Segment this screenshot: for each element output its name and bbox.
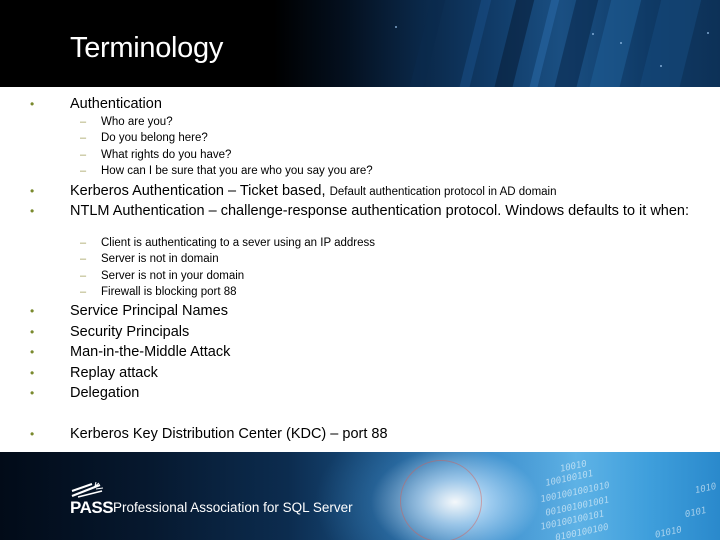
bullet-text-note: Default authentication protocol in AD do… — [329, 186, 557, 198]
slide-header: Terminology — [0, 0, 720, 87]
lens-flare-ring — [400, 460, 482, 540]
header-light-ray — [633, 0, 707, 87]
binary-decoration: 1010 — [694, 481, 718, 497]
dash-icon: – — [80, 286, 87, 298]
sub-item-text: Client is authenticating to a sever usin… — [101, 237, 376, 249]
bullet-icon: • — [30, 427, 35, 441]
header-star — [707, 32, 709, 34]
header-star — [592, 33, 594, 35]
bullet-text: Delegation — [70, 385, 140, 401]
binary-decoration: 0101 — [684, 505, 708, 521]
header-star — [660, 65, 662, 67]
bullet-text: Kerberos Key Distribution Center (KDC) –… — [70, 426, 388, 442]
bullet-text: NTLM Authentication – challenge-response… — [70, 203, 690, 219]
header-light-ray — [453, 0, 497, 87]
sub-item-text: Firewall is blocking port 88 — [101, 286, 237, 298]
bullet-icon: • — [30, 345, 35, 359]
dash-icon: – — [80, 116, 87, 128]
bullet-icon: • — [30, 366, 35, 380]
sub-item-text: How can I be sure that you are who you s… — [101, 165, 373, 177]
bullet-text: Man-in-the-Middle Attack — [70, 344, 231, 360]
bullet-text-main: Kerberos Authentication – Ticket based, — [70, 183, 330, 199]
dash-icon: – — [80, 237, 87, 249]
pass-logo-mark-icon — [71, 482, 104, 498]
bullet-icon: • — [30, 97, 35, 111]
bullet-icon: • — [30, 386, 35, 400]
bullet-icon: • — [30, 204, 35, 218]
sub-item-text: What rights do you have? — [101, 149, 232, 161]
bullet-text: Service Principal Names — [70, 303, 228, 319]
pass-tagline: Professional Association for SQL Server — [113, 500, 353, 515]
bullet-text: Kerberos Authentication – Ticket based, … — [70, 183, 690, 201]
bullet-icon: • — [30, 325, 35, 339]
sub-item-text: Who are you? — [101, 116, 173, 128]
header-light-ray — [403, 0, 451, 87]
slide-footer: 10010 100100101 1001001001010 0010010010… — [0, 452, 720, 540]
bullet-icon: • — [30, 304, 35, 318]
header-star — [620, 42, 622, 44]
bullet-icon: • — [30, 184, 35, 198]
bullet-text: Security Principals — [70, 324, 190, 340]
header-star — [395, 26, 397, 28]
dash-icon: – — [80, 132, 87, 144]
dash-icon: – — [80, 270, 87, 282]
slide-body: • Authentication – Who are you? – Do you… — [0, 87, 720, 452]
sub-item-text: Server is not in domain — [101, 253, 219, 265]
dash-icon: – — [80, 165, 87, 177]
sub-item-text: Do you belong here? — [101, 132, 208, 144]
dash-icon: – — [80, 149, 87, 161]
bullet-text: Authentication — [70, 96, 162, 112]
dash-icon: – — [80, 253, 87, 265]
binary-decoration: 01010 — [654, 525, 683, 540]
pass-logo-text: PASS — [70, 498, 114, 517]
bullet-text: Replay attack — [70, 365, 158, 381]
slide-title: Terminology — [70, 32, 224, 64]
sub-item-text: Server is not in your domain — [101, 270, 245, 282]
